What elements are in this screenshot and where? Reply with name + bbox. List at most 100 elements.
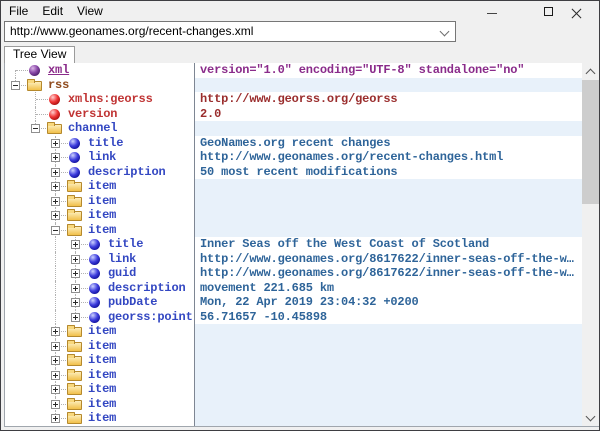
tree-expand-toggle-minus[interactable] xyxy=(31,124,40,133)
tree-node-label[interactable]: georss:point xyxy=(108,310,193,325)
value-row xyxy=(195,324,582,339)
toggle-glyph xyxy=(55,358,56,363)
toggle-glyph xyxy=(75,242,76,247)
attribute-ball-icon xyxy=(49,109,60,120)
tree-node-label[interactable]: item xyxy=(88,397,116,412)
text-element-ball-icon xyxy=(89,283,100,294)
tree-expand-toggle-plus[interactable] xyxy=(51,414,60,423)
tree-node-label[interactable]: item xyxy=(88,353,116,368)
tree-expand-toggle-plus[interactable] xyxy=(71,298,80,307)
tree-node-label[interactable]: guid xyxy=(108,266,136,281)
text-element-ball-icon xyxy=(89,297,100,308)
tree-expand-toggle-minus[interactable] xyxy=(51,226,60,235)
minimize-button[interactable] xyxy=(481,4,503,20)
menu-view[interactable]: View xyxy=(70,1,110,18)
chevron-down-icon[interactable] xyxy=(440,27,450,37)
tree-node-row: pubDate xyxy=(5,295,194,310)
value-row xyxy=(195,194,582,209)
tree-expand-toggle-plus[interactable] xyxy=(51,400,60,409)
tree-node-row: xml xyxy=(5,63,194,78)
toggle-glyph xyxy=(75,286,76,291)
tree-node-label[interactable]: description xyxy=(88,165,166,180)
tree-expand-toggle-plus[interactable] xyxy=(51,139,60,148)
toggle-glyph xyxy=(55,170,56,175)
tree-guide-line xyxy=(16,70,28,71)
tree-node-label[interactable]: xml xyxy=(48,63,69,78)
value-row: http://www.geonames.org/recent-changes.h… xyxy=(195,150,582,165)
tree-expand-toggle-plus[interactable] xyxy=(71,284,80,293)
value-row: 56.71657 -10.45898 xyxy=(195,310,582,325)
folder-icon xyxy=(67,400,82,410)
tree-expand-toggle-plus[interactable] xyxy=(51,327,60,336)
maximize-button[interactable] xyxy=(538,4,560,20)
tree-node-label[interactable]: item xyxy=(88,382,116,397)
toggle-glyph xyxy=(75,300,76,305)
tree-expand-toggle-plus[interactable] xyxy=(51,356,60,365)
scrollbar-thumb[interactable] xyxy=(582,80,599,204)
tree-node-label[interactable]: item xyxy=(88,411,116,426)
tree-node-label[interactable]: item xyxy=(88,179,116,194)
tree-node-label[interactable]: rss xyxy=(48,78,69,93)
value-row xyxy=(195,223,582,238)
tree-node-label[interactable]: pubDate xyxy=(108,295,157,310)
tree-node-row: georss:point xyxy=(5,310,194,325)
tree-node-label[interactable]: item xyxy=(88,194,116,209)
tree-expand-toggle-plus[interactable] xyxy=(51,385,60,394)
tree-node-label[interactable]: item xyxy=(88,324,116,339)
value-row xyxy=(195,121,582,136)
tree-node-label[interactable]: item xyxy=(88,368,116,383)
toggle-glyph xyxy=(55,199,56,204)
tree-expand-toggle-plus[interactable] xyxy=(51,371,60,380)
tree-node-row: link xyxy=(5,252,194,267)
toggle-glyph xyxy=(33,128,38,129)
tree-expand-toggle-minus[interactable] xyxy=(11,81,20,90)
tree-node-label[interactable]: link xyxy=(88,150,116,165)
chevron-down-icon xyxy=(586,412,596,422)
tree-expand-toggle-plus[interactable] xyxy=(71,313,80,322)
url-text[interactable]: http://www.geonames.org/recent-changes.x… xyxy=(10,22,253,41)
toggle-glyph xyxy=(55,184,56,189)
folder-icon xyxy=(67,342,82,352)
tree-node-label[interactable]: link xyxy=(108,252,136,267)
text-element-ball-icon xyxy=(69,138,80,149)
value-row: GeoNames.org recent changes xyxy=(195,136,582,151)
value-row xyxy=(195,397,582,412)
tab-tree-view[interactable]: Tree View xyxy=(4,46,75,63)
tree-node-label[interactable]: xmlns:georss xyxy=(68,92,153,107)
scroll-up-button[interactable] xyxy=(582,63,599,80)
tree-expand-toggle-plus[interactable] xyxy=(51,342,60,351)
menu-file[interactable]: File xyxy=(2,1,35,18)
folder-icon xyxy=(67,197,82,207)
tree-node-row: item xyxy=(5,324,194,339)
tree-node-label[interactable]: description xyxy=(108,281,186,296)
tree-expand-toggle-plus[interactable] xyxy=(51,211,60,220)
value-text: 2.0 xyxy=(195,107,582,122)
tree-node-label[interactable]: item xyxy=(88,223,116,238)
tree-expand-toggle-plus[interactable] xyxy=(51,168,60,177)
menu-edit[interactable]: Edit xyxy=(35,1,70,18)
tree-node-label[interactable]: version xyxy=(68,107,117,122)
scroll-down-button[interactable] xyxy=(582,409,599,426)
tree-node-label[interactable]: channel xyxy=(68,121,117,136)
close-button[interactable] xyxy=(565,4,587,20)
url-combobox[interactable]: http://www.geonames.org/recent-changes.x… xyxy=(4,21,456,42)
tree-expand-toggle-plus[interactable] xyxy=(51,197,60,206)
toggle-glyph xyxy=(55,402,56,407)
tree-node-label[interactable]: title xyxy=(108,237,143,252)
text-element-ball-icon xyxy=(89,239,100,250)
tree-node-label[interactable]: item xyxy=(88,208,116,223)
tree-expand-toggle-plus[interactable] xyxy=(71,255,80,264)
tree-node-label[interactable]: title xyxy=(88,136,123,151)
text-element-ball-icon xyxy=(89,254,100,265)
folder-icon xyxy=(67,356,82,366)
tree-expand-toggle-plus[interactable] xyxy=(51,182,60,191)
tree-expand-toggle-plus[interactable] xyxy=(71,269,80,278)
tree-expand-toggle-plus[interactable] xyxy=(71,240,80,249)
tree-node-row: title xyxy=(5,237,194,252)
tree-node-label[interactable]: item xyxy=(88,339,116,354)
text-element-ball-icon xyxy=(69,152,80,163)
folder-icon xyxy=(67,226,82,236)
tree-expand-toggle-plus[interactable] xyxy=(51,153,60,162)
vertical-scrollbar[interactable] xyxy=(582,63,599,426)
tree-guide-line xyxy=(55,310,56,325)
